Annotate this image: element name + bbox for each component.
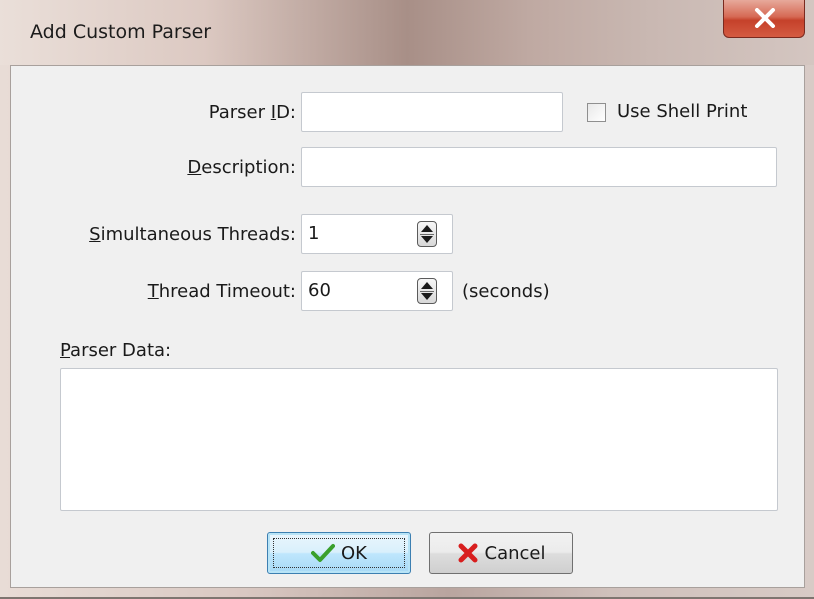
- spinner-down-arrow-icon[interactable]: [421, 236, 433, 243]
- spinner-up-arrow-icon[interactable]: [421, 225, 433, 232]
- description-label: Description:: [187, 157, 296, 178]
- thread-timeout-unit: (seconds): [462, 281, 550, 302]
- close-icon: [755, 8, 775, 28]
- simultaneous-threads-value: 1: [308, 223, 320, 244]
- parser-id-label: Parser ID:: [208, 102, 296, 123]
- spinner-divider: [420, 291, 434, 292]
- simultaneous-threads-label: Simultaneous Threads:: [89, 224, 296, 245]
- close-button[interactable]: [723, 0, 805, 38]
- focus-rectangle: [273, 538, 405, 568]
- spinner-divider: [420, 234, 434, 235]
- parser-data-textarea[interactable]: [60, 368, 778, 511]
- dialog-client-area: Parser ID: Use Shell Print Description: …: [10, 65, 805, 588]
- spinner-up-arrow-icon[interactable]: [421, 282, 433, 289]
- parser-data-label: Parser Data:: [60, 340, 172, 361]
- ok-button[interactable]: OK: [267, 532, 411, 574]
- use-shell-print-label[interactable]: Use Shell Print: [617, 101, 747, 122]
- parser-id-input[interactable]: [301, 92, 563, 132]
- thread-timeout-spinner[interactable]: [417, 278, 437, 304]
- spinner-down-arrow-icon[interactable]: [421, 293, 433, 300]
- description-input[interactable]: [301, 147, 777, 187]
- ok-button-label: OK: [341, 542, 367, 564]
- window-title: Add Custom Parser: [30, 21, 212, 43]
- cancel-button[interactable]: Cancel: [429, 532, 573, 574]
- thread-timeout-label: Thread Timeout:: [147, 281, 296, 302]
- cancel-button-label: Cancel: [484, 542, 546, 564]
- title-bar[interactable]: Add Custom Parser: [0, 0, 814, 65]
- checkmark-icon: [311, 544, 335, 562]
- red-x-icon: [458, 543, 477, 563]
- use-shell-print-checkbox[interactable]: [587, 103, 606, 122]
- simultaneous-threads-spinner[interactable]: [417, 221, 437, 247]
- thread-timeout-value: 60: [308, 280, 331, 301]
- dialog-window: Add Custom Parser Parser ID: Use Shell P…: [0, 0, 814, 597]
